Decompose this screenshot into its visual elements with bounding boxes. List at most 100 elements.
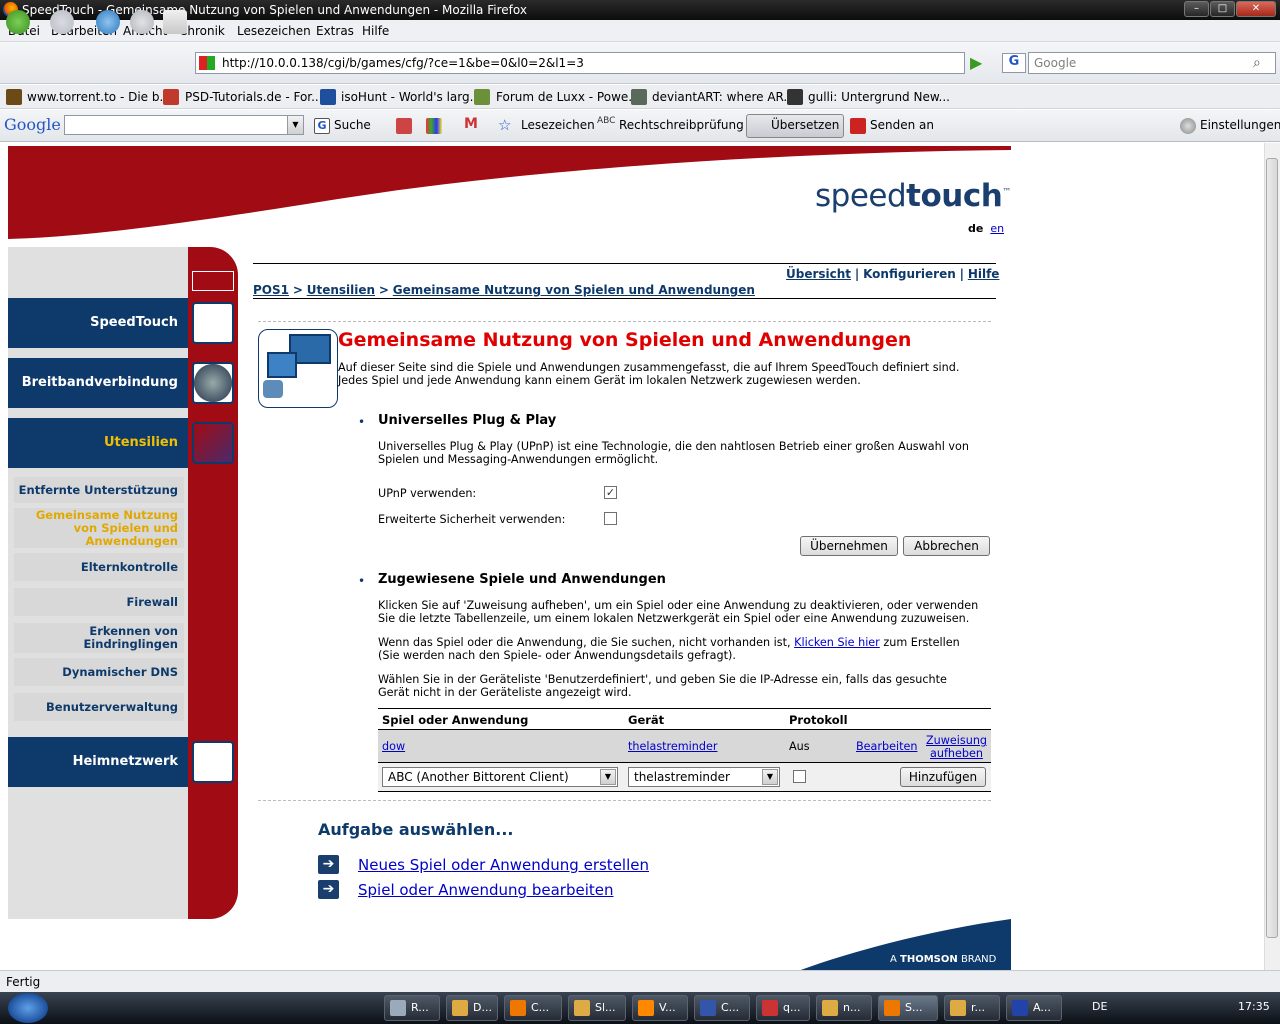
search-icon[interactable]: ⌕ <box>1253 55 1261 71</box>
chevron-down-icon[interactable]: ▼ <box>287 116 303 134</box>
sidebar-item-intrusion-detection[interactable]: Erkennen von Eindringlingen <box>14 623 184 653</box>
settings-button[interactable]: Einstellungen <box>1200 118 1280 132</box>
window-titlebar: SpeedTouch - Gemeinsame Nutzung von Spie… <box>0 0 1280 20</box>
sidebar-item-remote-support[interactable]: Entfernte Unterstützung <box>14 477 184 503</box>
star-icon[interactable]: ☆ <box>498 116 511 134</box>
apply-button[interactable]: Übernehmen <box>800 536 898 556</box>
task-edit-game-link[interactable]: Spiel oder Anwendung bearbeiten <box>358 881 613 899</box>
back-icon[interactable] <box>6 10 30 34</box>
taskbar-item[interactable]: A... <box>1006 995 1062 1021</box>
sidebar-item-dynamic-dns[interactable]: Dynamischer DNS <box>14 658 184 686</box>
upnp-desc-1: Universelles Plug & Play (UPnP) ist eine… <box>378 440 969 453</box>
bookmark-gulli[interactable]: gulli: Untergrund New... <box>808 90 950 104</box>
maximize-button[interactable]: □ <box>1210 1 1235 17</box>
bookmark-torrent[interactable]: www.torrent.to - Die b... <box>27 90 171 104</box>
menu-bar: Datei Bearbeiten Ansicht Chronik Lesezei… <box>0 20 1280 42</box>
click-here-link[interactable]: Klicken Sie hier <box>794 636 880 649</box>
taskbar-item[interactable]: q... <box>756 995 810 1021</box>
google-search-button[interactable]: Suche <box>334 118 371 132</box>
taskbar-item[interactable]: r... <box>944 995 1000 1021</box>
taskbar-item[interactable]: V... <box>632 995 688 1021</box>
language-indicator[interactable]: DE <box>1092 1000 1107 1013</box>
stop-icon[interactable] <box>130 10 154 34</box>
google-search-icon: G <box>314 118 330 134</box>
sidebar-item-user-management[interactable]: Benutzerverwaltung <box>14 693 184 721</box>
reload-icon[interactable] <box>96 10 120 34</box>
url-bar[interactable]: http://10.0.0.138/cgi/b/games/cfg/?ce=1&… <box>195 52 965 74</box>
upnp-security-checkbox[interactable] <box>604 512 617 525</box>
speedtouch-logo: speedtouch™ <box>815 178 1011 214</box>
home-icon[interactable] <box>163 10 187 34</box>
unassign-link-1[interactable]: Zuweisung <box>926 734 987 747</box>
start-button[interactable] <box>8 993 48 1023</box>
edit-link[interactable]: Bearbeiten <box>856 740 917 753</box>
assigned-p3b: Gerät nicht in der Geräteliste angezeigt… <box>378 686 632 699</box>
add-button[interactable]: Hinzufügen <box>900 767 986 787</box>
google-logo: Google <box>4 115 61 134</box>
help-link[interactable]: Hilfe <box>968 267 1000 281</box>
close-button[interactable]: ✕ <box>1236 1 1276 17</box>
device-select[interactable]: thelastreminder ▼ <box>628 767 780 787</box>
minimize-button[interactable]: – <box>1184 1 1209 17</box>
menu-extras[interactable]: Extras <box>316 24 354 38</box>
nav-tools[interactable]: Utensilien <box>8 418 188 468</box>
unassign-link-2[interactable]: aufheben <box>930 747 983 760</box>
sidebar-item-firewall[interactable]: Firewall <box>14 588 184 616</box>
cancel-button[interactable]: Abbrechen <box>903 536 990 556</box>
protocol-checkbox[interactable] <box>793 770 806 783</box>
bullet-icon: • <box>358 574 366 588</box>
clock[interactable]: 17:35 <box>1238 1000 1270 1013</box>
search-engine-icon[interactable]: G <box>1002 53 1026 73</box>
scrollbar-thumb[interactable] <box>1266 158 1278 938</box>
spellcheck-button[interactable]: Rechtschreibprüfung <box>619 118 744 132</box>
search-input[interactable]: Google <box>1028 52 1276 74</box>
taskbar-item[interactable]: C... <box>694 995 750 1021</box>
taskbar-item[interactable]: C... <box>504 995 562 1021</box>
overview-link[interactable]: Übersicht <box>786 267 851 281</box>
taskbar-item[interactable]: R... <box>384 995 440 1021</box>
col-header-device: Gerät <box>628 713 665 727</box>
bookmark-psd[interactable]: PSD-Tutorials.de - For... <box>185 90 323 104</box>
menu-hilfe[interactable]: Hilfe <box>362 24 389 38</box>
forward-icon[interactable] <box>50 10 74 34</box>
gmail-icon[interactable]: M <box>464 116 478 132</box>
nav-broadband[interactable]: Breitbandverbindung <box>8 358 188 408</box>
google-bookmarks-button[interactable]: Lesezeichen <box>521 118 595 132</box>
taskbar-item[interactable]: Sl... <box>568 995 626 1021</box>
breadcrumb-current[interactable]: Gemeinsame Nutzung von Spielen und Anwen… <box>393 283 755 297</box>
news-icon[interactable] <box>396 118 412 134</box>
spellcheck-icon: ABC <box>597 116 616 126</box>
sidebar-item-parental-control[interactable]: Elternkontrolle <box>14 553 184 581</box>
taskbar-item[interactable]: D... <box>446 995 498 1021</box>
intro-line-2: Jedes Spiel und jede Anwendung kann eine… <box>338 374 861 387</box>
menu-lesezeichen[interactable]: Lesezeichen <box>237 24 311 38</box>
col-header-protocol: Protokoll <box>789 713 848 727</box>
lang-en-link[interactable]: en <box>990 222 1004 235</box>
google-toolbar: Google ▼ G Suche M ☆ Lesezeichen ABC Rec… <box>0 110 1280 142</box>
bookmark-isohunt[interactable]: isoHunt - World's larg... <box>341 90 481 104</box>
bookmark-luxx[interactable]: Forum de Luxx - Powe... <box>496 90 640 104</box>
task-new-game-link[interactable]: Neues Spiel oder Anwendung erstellen <box>358 856 649 874</box>
status-text: Fertig <box>6 975 41 989</box>
device-link[interactable]: thelastreminder <box>628 740 717 753</box>
go-icon[interactable]: ▶ <box>970 53 990 73</box>
sidebar-item-game-sharing[interactable]: Gemeinsame Nutzung von Spielen und Anwen… <box>14 508 184 548</box>
game-link-dow[interactable]: dow <box>382 740 405 753</box>
upnp-use-checkbox[interactable]: ✓ <box>604 486 617 499</box>
bookmark-deviantart[interactable]: deviantART: where AR... <box>652 90 795 104</box>
google-search-input[interactable] <box>64 115 304 135</box>
taskbar-item[interactable]: n... <box>816 995 872 1021</box>
assigned-p1a: Klicken Sie auf 'Zuweisung aufheben', um… <box>378 599 979 612</box>
send-to-button[interactable]: Senden an <box>870 118 934 132</box>
game-select[interactable]: ABC (Another Bittorent Client) ▼ <box>382 767 618 787</box>
breadcrumb-home[interactable]: POS1 <box>253 283 289 297</box>
gadgets-icon[interactable] <box>426 118 442 134</box>
nav-home-network[interactable]: Heimnetzwerk <box>8 737 188 787</box>
upnp-security-label: Erweiterte Sicherheit verwenden: <box>378 513 566 526</box>
nav-speedtouch[interactable]: SpeedTouch <box>8 298 188 348</box>
protocol-value: Aus <box>789 740 810 753</box>
configure-link[interactable]: Konfigurieren <box>863 267 956 281</box>
breadcrumb-tools[interactable]: Utensilien <box>307 283 375 297</box>
collapse-icon[interactable] <box>192 271 234 291</box>
taskbar-item-active[interactable]: S... <box>878 995 938 1021</box>
